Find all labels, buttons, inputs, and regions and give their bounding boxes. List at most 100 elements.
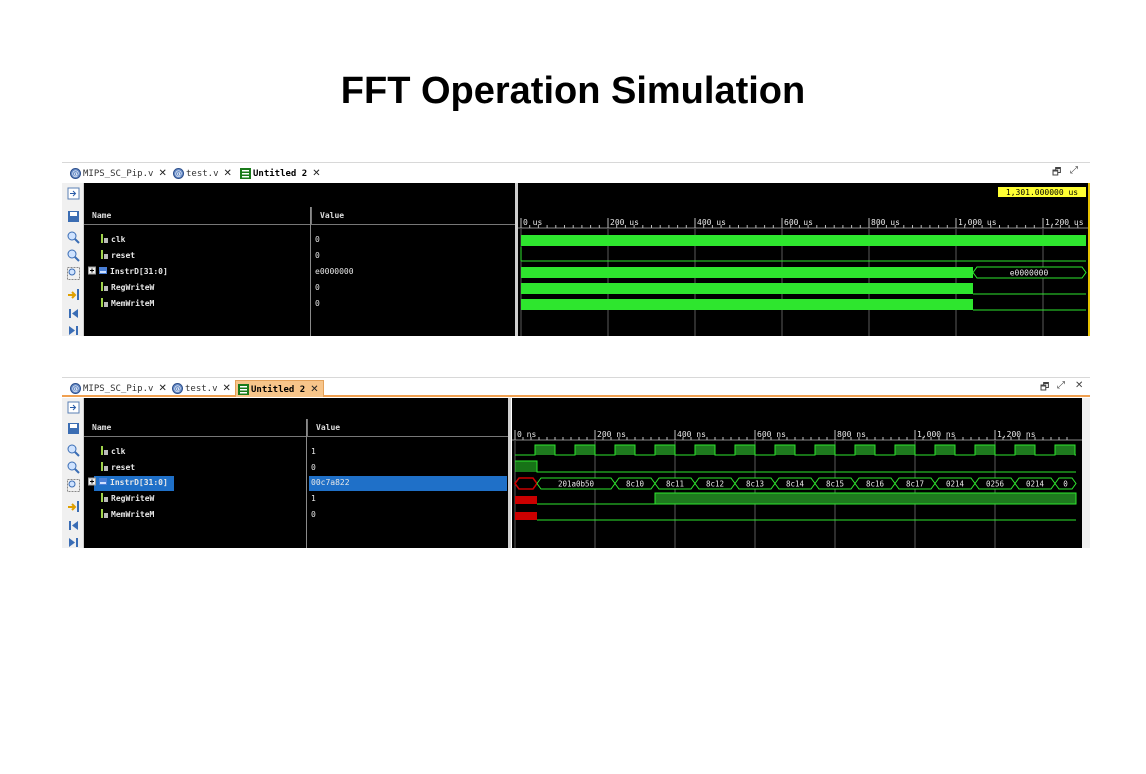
zoom-fit-icon[interactable]: [67, 479, 80, 492]
expand-icon[interactable]: [88, 477, 96, 486]
svg-text:@: @: [174, 385, 181, 393]
tab-label: test.v: [185, 384, 218, 394]
close-icon[interactable]: ✕: [158, 380, 166, 397]
time-tick-label: 200 ns: [597, 430, 626, 439]
zoom-out-icon[interactable]: [67, 249, 80, 262]
signal-row-instrd[interactable]: InstrD[31:0]: [88, 475, 168, 491]
bus-value-label: e0000000: [1010, 269, 1049, 278]
close-icon[interactable]: ✕: [158, 165, 166, 182]
wave-regwritew-x: [515, 496, 537, 504]
signal-row-instrd[interactable]: InstrD[31:0]: [88, 264, 168, 280]
clk-high-pulse: [655, 445, 675, 455]
clk-high-pulse: [815, 445, 835, 455]
go-to-time-icon[interactable]: [67, 288, 80, 301]
close-icon[interactable]: ✕: [224, 165, 232, 182]
slide-title: FFT Operation Simulation: [340, 70, 806, 112]
signal-row-memwritem[interactable]: MemWriteM: [100, 296, 154, 312]
wave-memwritem-x: [515, 512, 537, 520]
signal-name: MemWriteM: [111, 299, 155, 308]
signal-row-memwritem[interactable]: MemWriteM: [100, 507, 154, 523]
bus-value-label: 8c11: [666, 480, 684, 489]
go-to-start-icon[interactable]: [67, 307, 80, 320]
signal-row-regwritew[interactable]: RegWriteW: [100, 280, 154, 296]
toolbar: [62, 398, 84, 548]
go-to-start-icon[interactable]: [67, 519, 80, 532]
time-ruler: 0 ns 200 ns 400 ns 600 ns 800 ns 1,000 ns 1,20…: [514, 430, 1068, 440]
pane-divider: [508, 398, 511, 548]
waveform-window-2: @ MIPS_SC_Pip.v ✕ @ test.v ✕ Untitled 2 ✕ 🗗 ⤢…: [62, 377, 1090, 548]
value-column-header: Value: [311, 207, 516, 225]
waveform-area[interactable]: 0 ns 200 ns 400 ns 600 ns 800 ns 1,000 ns 1,20…: [512, 398, 1090, 548]
signal-icon: [101, 298, 108, 307]
wave-instrd-busy: [521, 267, 973, 278]
waveform-icon: [240, 168, 251, 179]
restore-icon[interactable]: 🗗: [1040, 380, 1049, 397]
bus-value-label: 0: [1063, 480, 1068, 489]
signal-row-clk[interactable]: clk: [100, 444, 125, 460]
signal-value: 0: [315, 283, 320, 292]
save-icon[interactable]: [67, 210, 80, 223]
wave-memwritem: [521, 299, 973, 310]
waveform-area[interactable]: 1,301.000000 us 0 us 200 us 400 us 600 us 80…: [518, 183, 1090, 336]
zoom-in-icon[interactable]: [67, 231, 80, 244]
bus-value-label: 0256: [986, 480, 1005, 489]
maximize-icon[interactable]: ⤢: [1057, 380, 1065, 391]
zoom-fit-icon[interactable]: [67, 267, 80, 280]
zoom-out-icon[interactable]: [67, 461, 80, 474]
time-tick-label: 0 ns: [517, 430, 536, 439]
signal-value: 00c7a822: [311, 478, 350, 487]
go-to-end-icon[interactable]: [67, 324, 80, 337]
close-window-icon[interactable]: ✕: [1075, 380, 1083, 391]
clk-high-pulse: [1055, 445, 1075, 455]
signal-row-reset[interactable]: reset: [100, 460, 135, 476]
waveform-icon: [238, 384, 249, 395]
tab-label: test.v: [186, 169, 219, 179]
signal-name: InstrD[31:0]: [110, 478, 168, 487]
tab-untitled-2[interactable]: Untitled 2 ✕: [235, 380, 324, 397]
close-icon[interactable]: ✕: [312, 165, 320, 182]
tab-test[interactable]: @ test.v ✕: [171, 165, 232, 182]
tab-label: Untitled 2: [251, 385, 306, 395]
tab-test[interactable]: @ test.v ✕: [170, 380, 231, 397]
bus-value-label: 201a0b50: [558, 480, 595, 489]
time-tick-label: 600 ns: [757, 430, 786, 439]
time-tick-label: 600 us: [784, 218, 813, 227]
signal-row-reset[interactable]: reset: [100, 248, 135, 264]
bus-value-label: 8c15: [826, 480, 844, 489]
signal-icon: [101, 462, 108, 471]
expand-icon[interactable]: [88, 266, 96, 275]
go-to-end-icon[interactable]: [67, 536, 80, 549]
save-icon[interactable]: [67, 422, 80, 435]
clk-high-pulse: [615, 445, 635, 455]
close-icon[interactable]: ✕: [223, 380, 231, 397]
maximize-icon[interactable]: ⤢: [1070, 165, 1078, 176]
go-to-time-icon[interactable]: [67, 500, 80, 513]
time-tick-label: 400 us: [697, 218, 726, 227]
bus-value-label: 8c12: [706, 480, 724, 489]
time-tick-label: 400 ns: [677, 430, 706, 439]
signal-name: reset: [111, 251, 136, 260]
tab-mips-sc-pip[interactable]: @ MIPS_SC_Pip.v ✕: [68, 380, 167, 397]
restore-icon[interactable]: 🗗: [1052, 165, 1061, 182]
waveform-window-1: @ MIPS_SC_Pip.v ✕ @ test.v ✕ Untitled 2 ✕ 🗗 ⤢…: [62, 162, 1090, 336]
zoom-in-icon[interactable]: [67, 444, 80, 457]
go-to-cursor-icon[interactable]: [67, 187, 80, 200]
go-to-cursor-icon[interactable]: [67, 401, 80, 414]
signal-row-regwritew[interactable]: RegWriteW: [100, 491, 154, 507]
bus-icon: [99, 478, 107, 485]
signal-value: e0000000: [315, 267, 354, 276]
wave-reset: [515, 460, 1076, 473]
svg-text:@: @: [72, 385, 79, 393]
close-icon[interactable]: ✕: [310, 381, 318, 398]
tab-untitled-2[interactable]: Untitled 2 ✕: [238, 165, 321, 182]
clk-high-pulse: [975, 445, 995, 455]
signal-name: MemWriteM: [111, 510, 155, 519]
signal-name: InstrD[31:0]: [110, 267, 168, 276]
signal-row-clk[interactable]: clk: [100, 232, 125, 248]
signal-value: 0: [315, 299, 320, 308]
name-column-header: Name: [84, 207, 310, 225]
toolbar: [62, 183, 84, 336]
svg-text:@: @: [175, 170, 182, 178]
tab-mips-sc-pip[interactable]: @ MIPS_SC_Pip.v ✕: [68, 165, 167, 182]
signal-value: 0: [311, 463, 316, 472]
